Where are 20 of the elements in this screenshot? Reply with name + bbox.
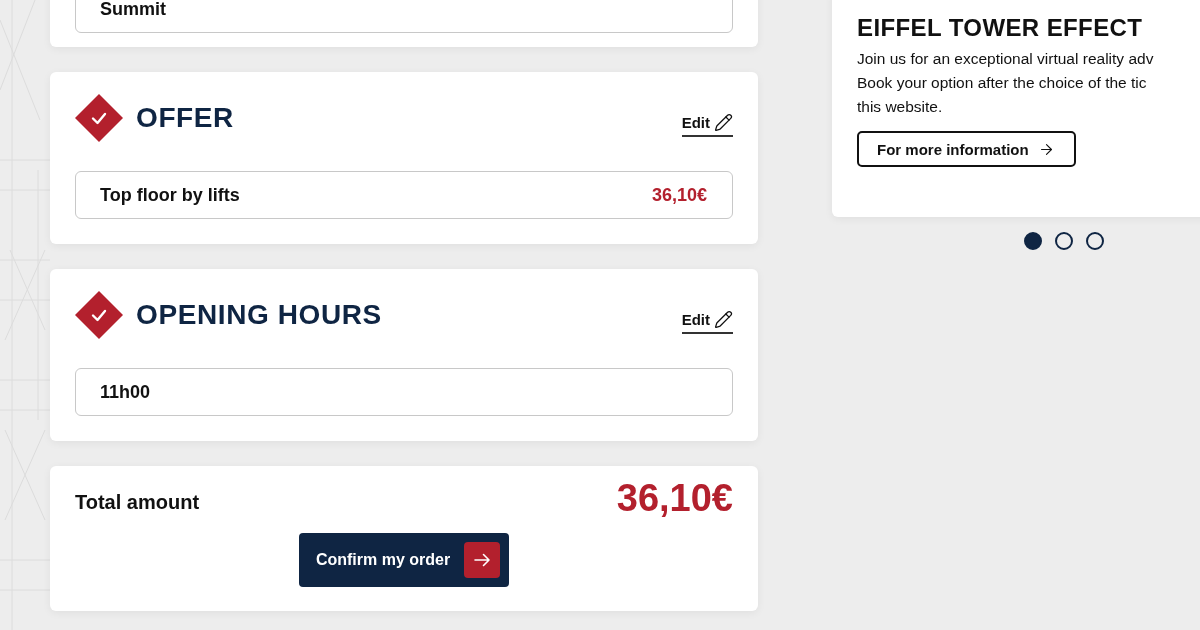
promo-title: EIFFEL TOWER EFFECT: [857, 14, 1143, 42]
promo-description: Join us for an exceptional virtual reality adv Book your option after the choice of the tic this website.: [857, 49, 1154, 117]
pencil-icon: [714, 310, 733, 329]
carousel-dot[interactable]: [1086, 232, 1104, 250]
edit-link[interactable]: Edit: [681, 113, 733, 137]
section-title: OPENING HOURS: [136, 299, 382, 331]
carousel-dot[interactable]: [1024, 232, 1042, 250]
total-price: 36,10€: [616, 478, 733, 518]
section-title: OFFER: [136, 102, 234, 134]
arrow-right-icon: [464, 542, 501, 578]
selected-value: Summit: [100, 0, 166, 19]
selected-value: 11h00: [100, 382, 151, 402]
price-text: 36,10€: [651, 185, 707, 205]
confirm-order-button[interactable]: Confirm my order: [298, 533, 510, 587]
selected-value: Top floor by lifts: [100, 185, 240, 205]
more-information-button[interactable]: For more information: [857, 131, 1076, 167]
edit-link[interactable]: Edit: [681, 310, 733, 334]
carousel-dot[interactable]: [1055, 232, 1073, 250]
pencil-icon: [714, 113, 733, 132]
total-label: Total amount: [75, 490, 200, 514]
